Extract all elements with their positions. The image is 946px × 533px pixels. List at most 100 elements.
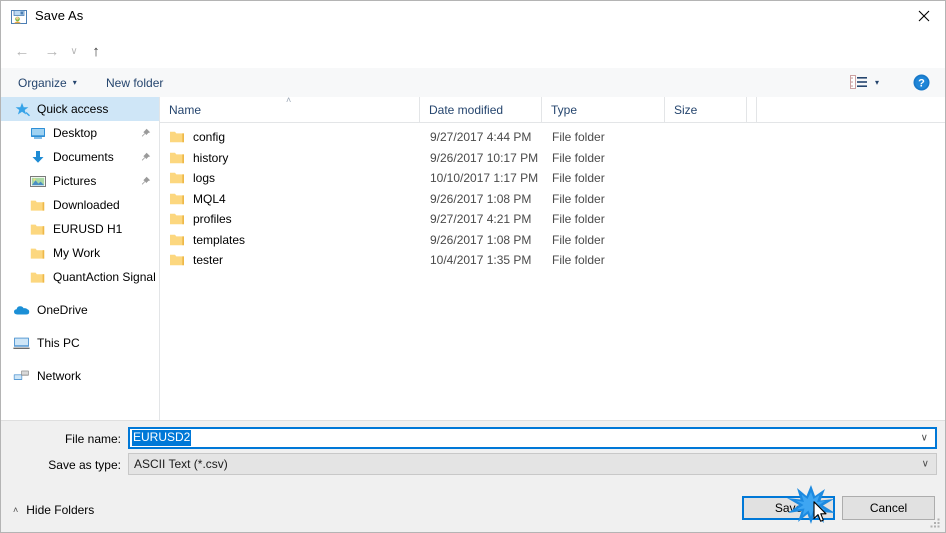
folder-icon — [169, 151, 185, 165]
save-as-type-select[interactable]: ASCII Text (*.csv) ∨ — [128, 453, 937, 475]
table-row[interactable]: MQL4 9/26/2017 1:08 PM File folder — [160, 189, 945, 210]
sidebar-item-onedrive[interactable]: OneDrive — [1, 298, 159, 322]
table-row[interactable]: templates 9/26/2017 1:08 PM File folder — [160, 230, 945, 251]
organize-button[interactable]: Organize ▾ — [18, 73, 77, 92]
file-name-cell: tester — [169, 253, 223, 267]
chevron-down-icon[interactable]: ▾ — [875, 78, 879, 87]
back-icon[interactable]: ← — [11, 40, 33, 62]
folder-icon — [169, 212, 185, 226]
file-name-label: templates — [193, 232, 246, 247]
file-date-cell: 10/10/2017 1:17 PM — [430, 171, 539, 186]
sidebar-item-label: Downloaded — [53, 198, 120, 212]
star-icon — [13, 101, 30, 117]
table-row[interactable]: logs 10/10/2017 1:17 PM File folder — [160, 168, 945, 189]
file-type-cell: File folder — [552, 232, 605, 247]
column-header-date-modified[interactable]: Date modified — [420, 97, 542, 122]
sidebar-item-quick-access[interactable]: Quick access — [1, 97, 159, 121]
new-folder-label: New folder — [106, 75, 164, 90]
file-name-label: File name: — [64, 432, 121, 446]
cancel-button-label: Cancel — [869, 501, 908, 515]
view-layout-icon[interactable] — [850, 75, 868, 89]
sidebar-item-network[interactable]: Network — [1, 364, 159, 388]
pin-icon[interactable] — [137, 152, 153, 163]
save-as-type-value: ASCII Text (*.csv) — [134, 457, 228, 471]
sidebar-divider — [1, 322, 159, 331]
table-row[interactable]: tester 10/4/2017 1:35 PM File folder — [160, 250, 945, 271]
chevron-up-icon: ˄ — [13, 505, 19, 515]
folder-icon — [29, 269, 46, 285]
file-name-cell: config — [169, 130, 225, 144]
up-icon[interactable]: ↑ — [85, 40, 107, 62]
file-name-label: logs — [193, 171, 216, 186]
sidebar-item-desktop[interactable]: Desktop — [1, 121, 159, 145]
file-name-input[interactable]: EURUSD2 ∨ — [128, 427, 937, 449]
pictures-icon — [29, 173, 46, 189]
column-header-label: Type — [551, 102, 578, 117]
sidebar-item-label: Pictures — [53, 174, 97, 188]
column-header-name[interactable]: ˄ Name — [160, 97, 420, 122]
table-row[interactable]: profiles 9/27/2017 4:21 PM File folder — [160, 209, 945, 230]
sidebar-divider — [1, 289, 159, 298]
svg-text:?: ? — [918, 77, 925, 89]
sidebar-item-this-pc[interactable]: This PC — [1, 331, 159, 355]
sidebar-item-downloaded[interactable]: Downloaded — [1, 193, 159, 217]
column-header-label: Date modified — [429, 102, 504, 117]
sidebar-item-label: EURUSD H1 — [53, 222, 123, 236]
pin-icon[interactable] — [137, 128, 153, 139]
sidebar-item-label: OneDrive — [37, 303, 88, 317]
file-type-cell: File folder — [552, 212, 605, 227]
sidebar-item-pictures[interactable]: Pictures — [1, 169, 159, 193]
file-name-label: config — [193, 130, 226, 145]
help-icon[interactable]: ? — [913, 74, 930, 91]
sidebar-item-label: My Work — [53, 246, 101, 260]
sidebar-item-label: Documents — [53, 150, 114, 164]
sidebar-item-documents[interactable]: Documents — [1, 145, 159, 169]
file-list-pane[interactable]: ˄ Name Date modified Type Size config 9/… — [160, 97, 945, 420]
table-row[interactable]: history 9/26/2017 10:17 PM File folder — [160, 148, 945, 169]
title-bar: Save As — [1, 1, 945, 33]
sidebar-divider — [1, 355, 159, 364]
file-name-label: history — [193, 150, 229, 165]
file-date-cell: 9/27/2017 4:21 PM — [430, 212, 532, 227]
new-folder-button[interactable]: New folder — [106, 73, 163, 92]
folder-icon — [29, 221, 46, 237]
save-button[interactable]: Save — [742, 496, 835, 520]
navigation-pane[interactable]: Quick access Desktop Documents Pictures … — [1, 97, 160, 420]
file-name-label: tester — [193, 253, 224, 268]
file-name-value[interactable]: EURUSD2 — [132, 430, 192, 446]
sidebar-item-my-work[interactable]: My Work — [1, 241, 159, 265]
file-type-cell: File folder — [552, 191, 605, 206]
documents-download-icon — [29, 149, 46, 165]
folder-icon — [29, 245, 46, 261]
folder-icon — [169, 253, 185, 267]
navigation-bar: ← → ∨ ↑ « Roaming › MetaQuotes › Termina… — [1, 32, 945, 93]
resize-grip-icon[interactable] — [929, 517, 941, 529]
column-header-type[interactable]: Type — [542, 97, 665, 122]
file-name-cell: profiles — [169, 212, 232, 226]
sidebar-item-label: QuantAction Signal — [53, 270, 156, 284]
table-row[interactable]: config 9/27/2017 4:44 PM File folder — [160, 127, 945, 148]
folder-icon — [169, 192, 185, 206]
pin-icon[interactable] — [137, 176, 153, 187]
file-date-cell: 9/26/2017 10:17 PM — [430, 150, 539, 165]
file-name-cell: logs — [169, 171, 215, 185]
chevron-down-icon[interactable]: ∨ — [921, 433, 928, 444]
command-toolbar: Organize ▾ New folder ▾ ? — [1, 68, 945, 98]
chevron-down-icon[interactable]: ∨ — [922, 459, 929, 470]
forward-icon[interactable]: → — [41, 40, 63, 62]
file-rows: config 9/27/2017 4:44 PM File folder his… — [160, 123, 945, 271]
folder-icon — [169, 233, 185, 247]
sidebar-item-quantaction-signal[interactable]: QuantAction Signal — [1, 265, 159, 289]
network-icon — [13, 368, 30, 384]
cancel-button[interactable]: Cancel — [842, 496, 935, 520]
column-header-row: ˄ Name Date modified Type Size — [160, 97, 945, 123]
close-button[interactable] — [901, 1, 945, 31]
file-date-cell: 9/26/2017 1:08 PM — [430, 191, 532, 206]
file-type-cell: File folder — [552, 253, 605, 268]
sidebar-item-eurusd-h1[interactable]: EURUSD H1 — [1, 217, 159, 241]
recent-locations-icon[interactable]: ∨ — [67, 40, 81, 62]
file-type-cell: File folder — [552, 130, 605, 145]
column-header-size[interactable]: Size — [665, 97, 747, 122]
hide-folders-button[interactable]: ˄ Hide Folders — [13, 503, 94, 517]
window-title: Save As — [35, 8, 84, 23]
